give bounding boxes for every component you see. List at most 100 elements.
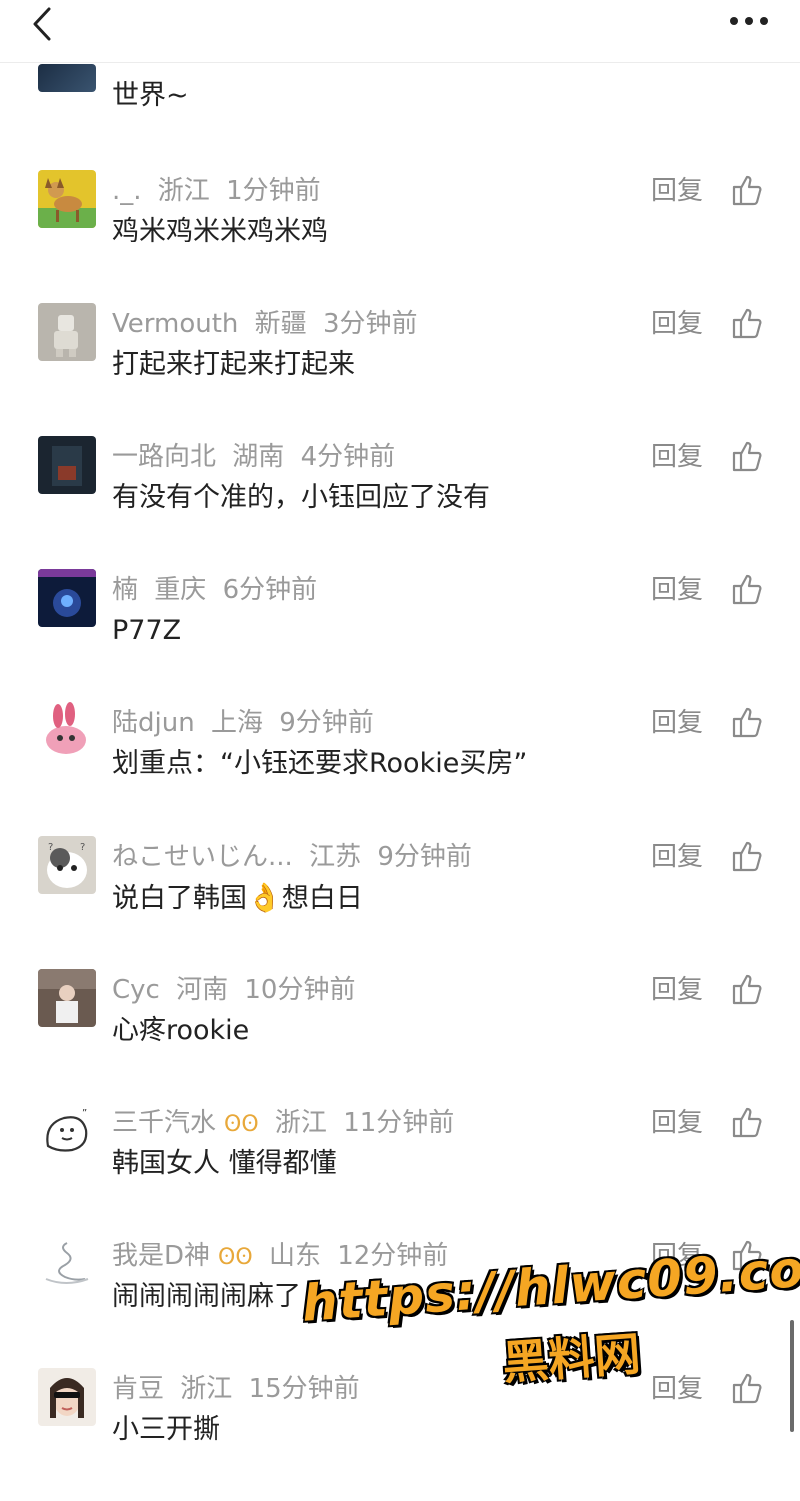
thumbs-up-icon[interactable] <box>730 438 766 474</box>
avatar[interactable] <box>38 969 96 1027</box>
reply-button[interactable]: 回复 <box>651 973 703 1007</box>
reply-button[interactable]: 回复 <box>651 706 703 740</box>
username[interactable]: 肯豆 <box>112 1374 164 1404</box>
region: 浙江 <box>157 176 210 206</box>
avatar[interactable] <box>38 702 96 760</box>
more-button[interactable] <box>724 6 774 36</box>
comment-meta: 楠 重庆 6分钟前 <box>112 573 632 607</box>
username[interactable]: 一路向北 <box>112 442 216 472</box>
comment-text: 闹闹闹闹闹麻了 <box>112 1281 301 1312</box>
thumbs-up-icon[interactable] <box>730 571 766 607</box>
comment-text: 有没有个准的，小钰回应了没有 <box>112 482 490 513</box>
region: 浙江 <box>274 1108 327 1138</box>
chevron-left-icon <box>33 7 51 41</box>
username[interactable]: 陆djun <box>112 708 195 738</box>
comment-text: P77Z <box>112 615 182 646</box>
thumbs-up-icon[interactable] <box>730 1104 766 1140</box>
thumbs-up-icon[interactable] <box>730 704 766 740</box>
ok-hand-emoji: 👌 <box>247 881 282 914</box>
reply-button[interactable]: 回复 <box>651 174 703 208</box>
comment-text: 小三开撕 <box>112 1414 220 1445</box>
username[interactable]: Vermouth <box>112 309 238 339</box>
comment-item: 我是D神 ʘʘ 山东 12分钟前 闹闹闹闹闹麻了 回复 <box>0 1235 800 1368</box>
comment-meta: 我是D神 ʘʘ 山东 12分钟前 <box>112 1239 632 1273</box>
comment-meta: 肯豆 浙江 15分钟前 <box>112 1372 632 1406</box>
comment-item: Vermouth 新疆 3分钟前 打起来打起来打起来 回复 <box>0 303 800 436</box>
username[interactable]: Cyc <box>112 975 160 1005</box>
region: 上海 <box>210 708 263 738</box>
region: 浙江 <box>180 1374 233 1404</box>
comment-item: ._. 浙江 1分钟前 鸡米鸡米米鸡米鸡 回复 <box>0 170 800 303</box>
avatar[interactable]: ” <box>38 1102 96 1160</box>
comment-text: 韩国女人 懂得都懂 <box>112 1148 337 1179</box>
username[interactable]: 三千汽水 <box>112 1108 216 1138</box>
timestamp: 10分钟前 <box>244 975 356 1005</box>
back-button[interactable] <box>22 2 62 46</box>
region: 河南 <box>176 975 229 1005</box>
reply-button[interactable]: 回复 <box>651 440 703 474</box>
thumbs-up-icon[interactable] <box>730 305 766 341</box>
region: 新疆 <box>254 309 307 339</box>
username[interactable]: ._. <box>112 176 142 206</box>
timestamp: 1分钟前 <box>226 176 321 206</box>
avatar[interactable] <box>38 170 96 228</box>
reply-button[interactable]: 回复 <box>651 1106 703 1140</box>
avatar[interactable] <box>38 1368 96 1426</box>
username[interactable]: 楠 <box>112 575 138 605</box>
comment-text: 鸡米鸡米米鸡米鸡 <box>112 216 328 247</box>
avatar[interactable] <box>38 569 96 627</box>
avatar[interactable] <box>38 1235 96 1293</box>
timestamp: 3分钟前 <box>322 309 418 339</box>
comment-text: 打起来打起来打起来 <box>112 349 355 380</box>
thumbs-up-icon[interactable] <box>730 1237 766 1273</box>
avatar[interactable] <box>38 64 96 92</box>
scrollbar[interactable] <box>790 1320 794 1432</box>
comment-item: 陆djun 上海 9分钟前 划重点：“小钰还要求Rookie买房” 回复 <box>0 702 800 835</box>
vip-badge-icon: ʘʘ <box>224 1112 259 1137</box>
comment-meta: Vermouth 新疆 3分钟前 <box>112 307 632 341</box>
more-horizontal-icon <box>730 17 768 25</box>
region: 湖南 <box>232 442 285 472</box>
reply-button[interactable]: 回复 <box>651 1239 703 1273</box>
comment-meta: ._. 浙江 1分钟前 <box>112 174 632 208</box>
thumbs-up-icon[interactable] <box>730 838 766 874</box>
reply-button[interactable]: 回复 <box>651 573 703 607</box>
comment-text: 说白了韩国👌想白日 <box>112 878 632 919</box>
comment-text-part: 想白日 <box>281 883 363 914</box>
timestamp: 6分钟前 <box>222 575 318 605</box>
comment-item: ? ? ねこせいじん... 江苏 9分钟前 说白了韩国👌想白日 回复 <box>0 836 800 969</box>
comment-item: Cyc 河南 10分钟前 心疼rookie 回复 <box>0 969 800 1102</box>
comment-item: 一路向北 湖南 4分钟前 有没有个准的，小钰回应了没有 回复 <box>0 436 800 569</box>
timestamp: 11分钟前 <box>343 1108 455 1138</box>
timestamp: 12分钟前 <box>337 1241 449 1271</box>
avatar[interactable]: ? ? <box>38 836 96 894</box>
comment-text-part: 说白了韩国 <box>112 883 247 914</box>
svg-text:”: ” <box>82 1108 87 1119</box>
top-bar <box>0 0 800 63</box>
svg-text:?: ? <box>48 842 53 853</box>
comment-text: 划重点：“小钰还要求Rookie买房” <box>112 748 528 779</box>
timestamp: 9分钟前 <box>377 842 472 872</box>
reply-button[interactable]: 回复 <box>651 1372 703 1406</box>
avatar[interactable] <box>38 436 96 494</box>
comment-meta: 三千汽水 ʘʘ 浙江 11分钟前 <box>112 1106 632 1140</box>
comment-meta: 陆djun 上海 9分钟前 <box>112 706 632 740</box>
thumbs-up-icon[interactable] <box>730 971 766 1007</box>
svg-text:?: ? <box>80 842 85 853</box>
timestamp: 4分钟前 <box>300 442 396 472</box>
region: 重庆 <box>154 575 207 605</box>
comment-item: 楠 重庆 6分钟前 P77Z 回复 <box>0 569 800 702</box>
thumbs-up-icon[interactable] <box>730 1370 766 1406</box>
reply-button[interactable]: 回复 <box>651 840 703 874</box>
reply-button[interactable]: 回复 <box>651 307 703 341</box>
comment-meta: ねこせいじん... 江苏 9分钟前 <box>112 840 632 874</box>
thumbs-up-icon[interactable] <box>730 172 766 208</box>
username[interactable]: 我是D神 <box>112 1241 210 1271</box>
timestamp: 9分钟前 <box>279 708 374 738</box>
comment-item: ” 三千汽水 ʘʘ 浙江 11分钟前 韩国女人 懂得都懂 回复 <box>0 1102 800 1235</box>
comment-text: 世界~ <box>112 80 189 111</box>
comment-text: 心疼rookie <box>112 1015 250 1046</box>
username[interactable]: ねこせいじん... <box>112 842 293 872</box>
region: 江苏 <box>309 842 362 872</box>
avatar[interactable] <box>38 303 96 361</box>
